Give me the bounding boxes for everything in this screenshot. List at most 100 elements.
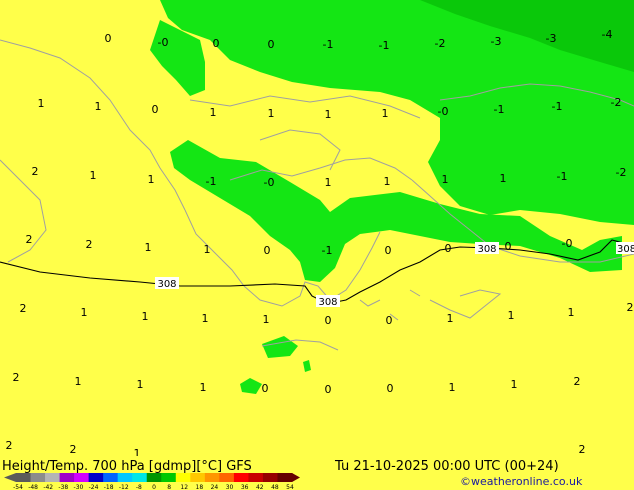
temperature-label: 0 (152, 103, 159, 116)
temperature-label: 0 (264, 244, 271, 257)
map-datetime: Tu 21-10-2025 00:00 UTC (00+24) (334, 459, 559, 474)
temperature-label: -1 (557, 170, 568, 183)
temperature-label: -1 (379, 39, 390, 52)
temperature-label: 1 (325, 176, 332, 189)
colorbar-tick-label: -30 (74, 484, 84, 490)
temperature-label: 2 (86, 238, 93, 251)
temperature-label: 1 (263, 313, 270, 326)
temperature-label: 1 (200, 381, 207, 394)
colorbar-segment (30, 473, 46, 482)
colorbar-tick-label: 12 (180, 484, 188, 490)
temperature-label: -4 (602, 28, 613, 41)
colorbar-tick-label: -8 (136, 484, 142, 490)
contour-label-west: 308 (155, 277, 179, 290)
colorbar-segment (262, 473, 278, 482)
colorbar-tick-label: 42 (256, 484, 264, 490)
temperature-label: 0 (262, 382, 269, 395)
contour-label-east: 308 (475, 242, 499, 255)
temperature-label: 1 (325, 108, 332, 121)
temperature-label: -1 (322, 244, 333, 257)
temperature-label: 1 (511, 378, 518, 391)
colorbar-segment (248, 473, 264, 482)
temperature-label: 1 (449, 381, 456, 394)
credit-link[interactable]: ©weatheronline.co.uk (460, 475, 583, 488)
colorbar-segment (233, 473, 249, 482)
colorbar-segment (132, 473, 148, 482)
colorbar-tick-label: -38 (58, 484, 68, 490)
colorbar-tick-label: 54 (286, 484, 294, 490)
temperature-label: 1 (508, 309, 515, 322)
temperature-label: 0 (105, 32, 112, 45)
colorbar-segment (219, 473, 235, 482)
colorbar-tick-label: 8 (167, 484, 171, 490)
temperature-label: 2 (579, 443, 586, 456)
colorbar-segment (161, 473, 177, 482)
colorbar-tick-label: -12 (119, 484, 129, 490)
colorbar: -54 -48 -42 -38 -30 -24 -18 -12 -8 0 8 12 18 24 30 36 42… (4, 473, 300, 490)
temperature-label: -0 (438, 105, 449, 118)
temperature-label: 1 (142, 310, 149, 323)
temperature-label: -0 (264, 176, 275, 189)
colorbar-tick-label: 24 (211, 484, 219, 490)
temperature-label: 2 (32, 165, 39, 178)
temperature-label: -2 (611, 96, 622, 109)
colorbar-segment (16, 473, 32, 482)
temperature-label: -1 (494, 103, 505, 116)
temperature-label: 1 (81, 306, 88, 319)
colorbar-segment (88, 473, 104, 482)
temperature-label: 0 (213, 37, 220, 50)
temperature-label: -3 (546, 32, 557, 45)
temperature-label: 0 (325, 383, 332, 396)
temperature-label: -1 (206, 175, 217, 188)
temperature-label: 1 (204, 243, 211, 256)
colorbar-segment (190, 473, 206, 482)
colorbar-segment (103, 473, 119, 482)
temperature-label: 1 (38, 97, 45, 110)
temperature-label: 1 (95, 100, 102, 113)
colorbar-tick-label: -18 (104, 484, 114, 490)
temperature-label: 1 (268, 107, 275, 120)
temperature-label: -0 (562, 237, 573, 250)
colorbar-segment (204, 473, 220, 482)
colorbar-segment (146, 473, 162, 482)
temperature-label: 2 (20, 302, 27, 315)
weather-map: 308 308 308 308 0 -0 0 0 -1 -1 -2 -3 -3 -4 1 1 0 1 1 1 1… (0, 0, 634, 490)
colorbar-tick-label: 18 (196, 484, 204, 490)
temperature-label: 1 (137, 378, 144, 391)
contour-label-west-text: 308 (157, 279, 176, 290)
colorbar-tick-label: -54 (13, 484, 23, 490)
colorbar-segment (175, 473, 191, 482)
temperature-label: -2 (435, 37, 446, 50)
temperature-label: 1 (568, 306, 575, 319)
temperature-label: -1 (323, 38, 334, 51)
contour-label-edge-text: 308 (617, 244, 634, 255)
temperature-label: 0 (386, 314, 393, 327)
colorbar-tick-label: 30 (226, 484, 234, 490)
contour-label-central-text: 308 (318, 297, 337, 308)
temperature-label: 1 (382, 107, 389, 120)
temperature-label: 2 (6, 439, 13, 452)
temperature-label: 0 (505, 240, 512, 253)
temperature-label: 1 (500, 172, 507, 185)
temperature-label: 0 (268, 38, 275, 51)
temperature-label: 2 (627, 301, 634, 314)
colorbar-tick-label: -42 (43, 484, 53, 490)
temperature-label: 2 (26, 233, 33, 246)
colorbar-tick-label: 0 (152, 484, 156, 490)
temperature-label: 1 (384, 175, 391, 188)
temperature-label: 0 (325, 314, 332, 327)
temperature-label: 1 (90, 169, 97, 182)
colorbar-tick-label: -24 (89, 484, 99, 490)
colorbar-segment (277, 473, 293, 482)
contour-label-edge: 308 (616, 242, 634, 255)
colorbar-segment (117, 473, 133, 482)
temperature-label: 2 (574, 375, 581, 388)
temperature-label: 1 (442, 173, 449, 186)
temperature-label: -2 (616, 166, 627, 179)
temperature-label: 1 (202, 312, 209, 325)
temperature-label: -3 (491, 35, 502, 48)
colorbar-segment (59, 473, 75, 482)
temperature-label: 0 (387, 382, 394, 395)
temperature-label: 1 (145, 241, 152, 254)
colorbar-tick-label: 36 (241, 484, 249, 490)
